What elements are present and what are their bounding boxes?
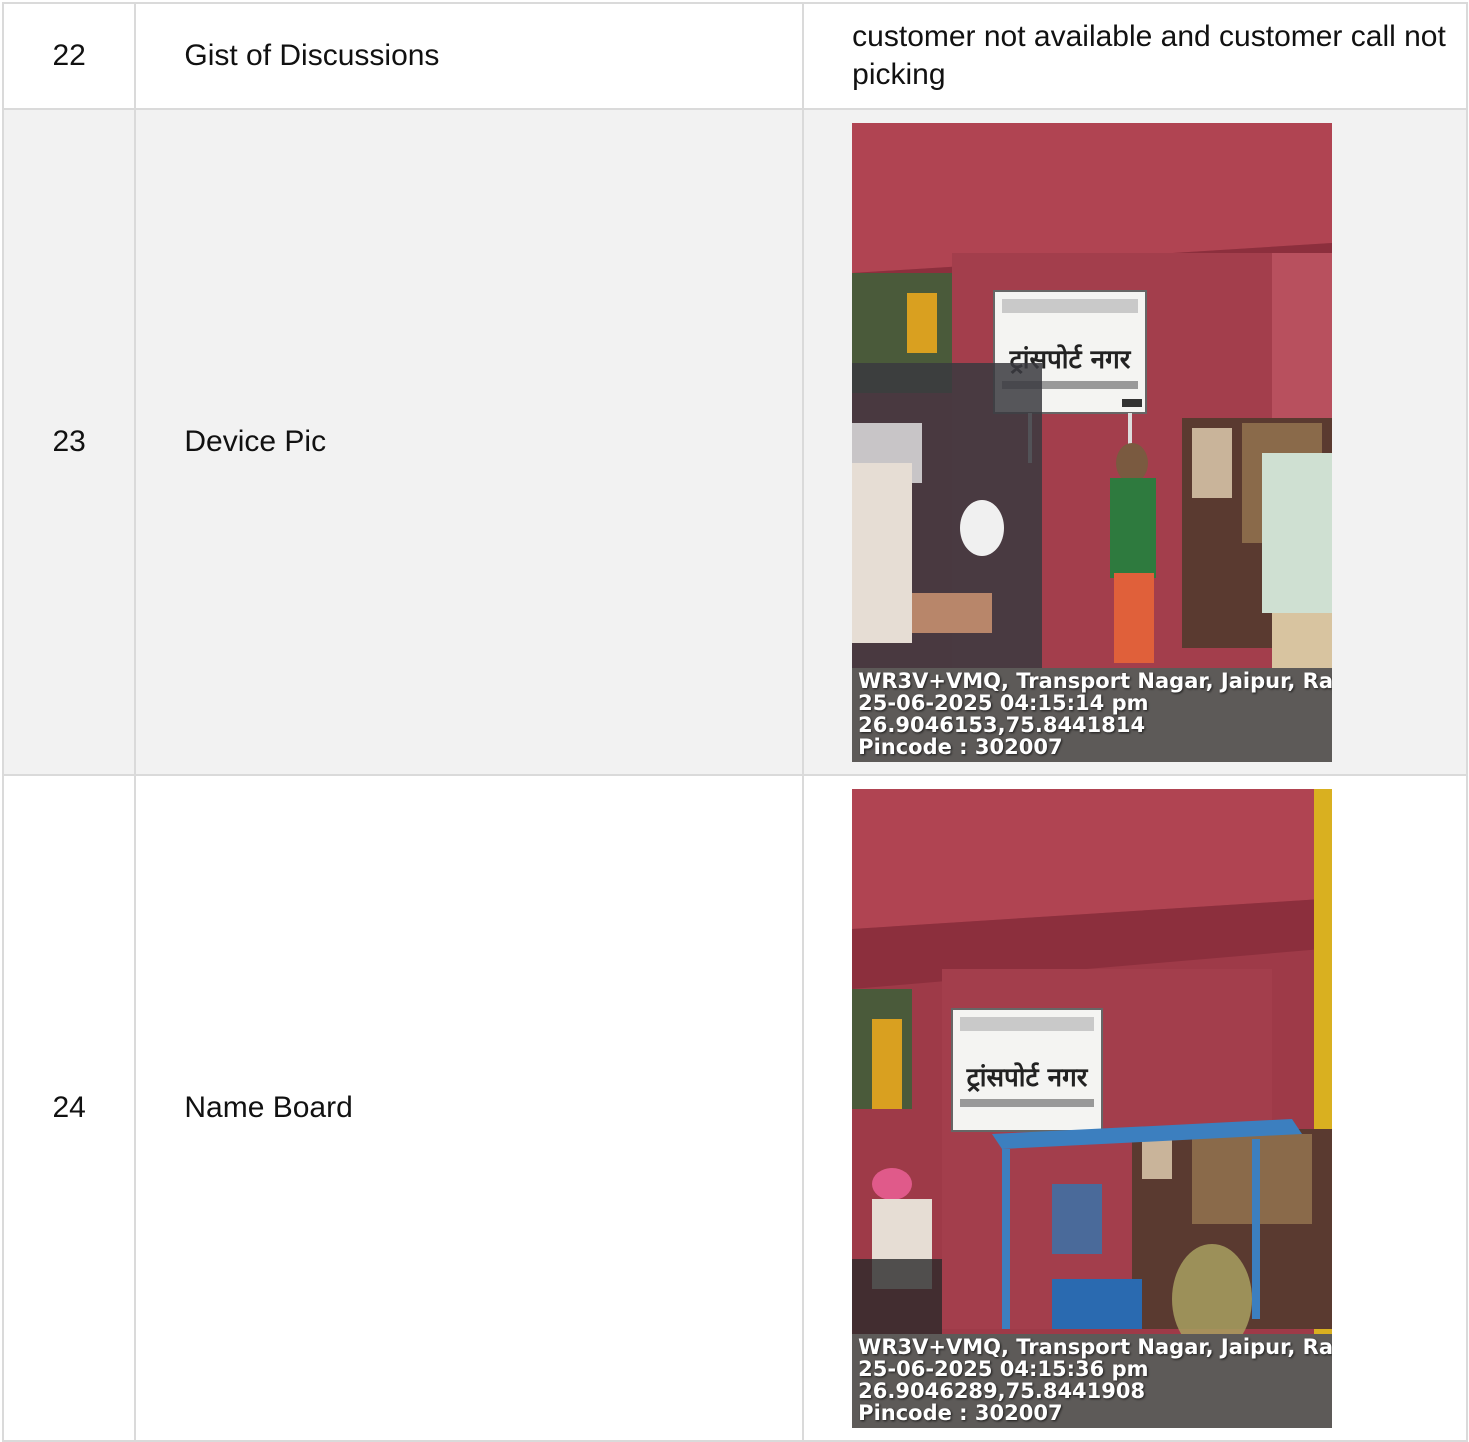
stamp-datetime: 25-06-2025 04:15:14 pm [858,690,1149,715]
table-row-gist: 22 Gist of Discussions customer not avai… [1,2,1468,110]
stamp-address: WR3V+VMQ, Transport Nagar, Jaipur, Rajas… [858,669,1333,693]
stamp-pincode: Pincode : 302007 [858,1400,1063,1424]
device-photo-image: ट्रांसपोर्ट नगर [852,122,1333,762]
row-label: Gist of Discussions [134,2,805,110]
gist-value: customer not available and customer call… [802,2,1468,110]
row-label: Name Board [134,774,805,1442]
report-table: 22 Gist of Discussions customer not avai… [1,2,1468,1442]
name-board-cell: ट्रांसपोर्ट नगर WR3V+VMQ, Transport Naga… [802,774,1468,1442]
device-pic-cell: ट्रांसपोर्ट नगर WR3V+VMQ, Transport Naga… [802,108,1468,776]
table-row-name-board: 24 Name Board ट्रांसपोर्ट नगर WR3V+VMQ, … [1,774,1468,1442]
table-row-device-pic: 23 Device Pic ट्रांसपोर्ट नगर WR3V+VMQ, … [1,108,1468,776]
row-number: 24 [1,774,137,1442]
stamp-address: WR3V+VMQ, Transport Nagar, Jaipur, Rajas… [858,1335,1333,1359]
row-number: 23 [1,108,137,776]
name-board-photo[interactable]: ट्रांसपोर्ट नगर WR3V+VMQ, Transport Naga… [852,788,1333,1428]
row-number: 22 [1,2,137,110]
device-photo[interactable]: ट्रांसपोर्ट नगर WR3V+VMQ, Transport Naga… [852,122,1333,762]
stamp-datetime: 25-06-2025 04:15:36 pm [858,1356,1149,1381]
stamp-coordinates: 26.9046289,75.8441908 [858,1378,1146,1403]
name-board-photo-stamp: WR3V+VMQ, Transport Nagar, Jaipur, Rajas… [858,1336,1332,1424]
sign-text: ट्रांसपोर्ट नगर [966,1062,1089,1093]
stamp-pincode: Pincode : 302007 [858,734,1063,758]
row-label: Device Pic [134,108,805,776]
name-board-photo-image: ट्रांसपोर्ट नगर [852,788,1333,1428]
device-photo-stamp: WR3V+VMQ, Transport Nagar, Jaipur, Rajas… [858,670,1332,758]
stamp-coordinates: 26.9046153,75.8441814 [858,712,1146,737]
